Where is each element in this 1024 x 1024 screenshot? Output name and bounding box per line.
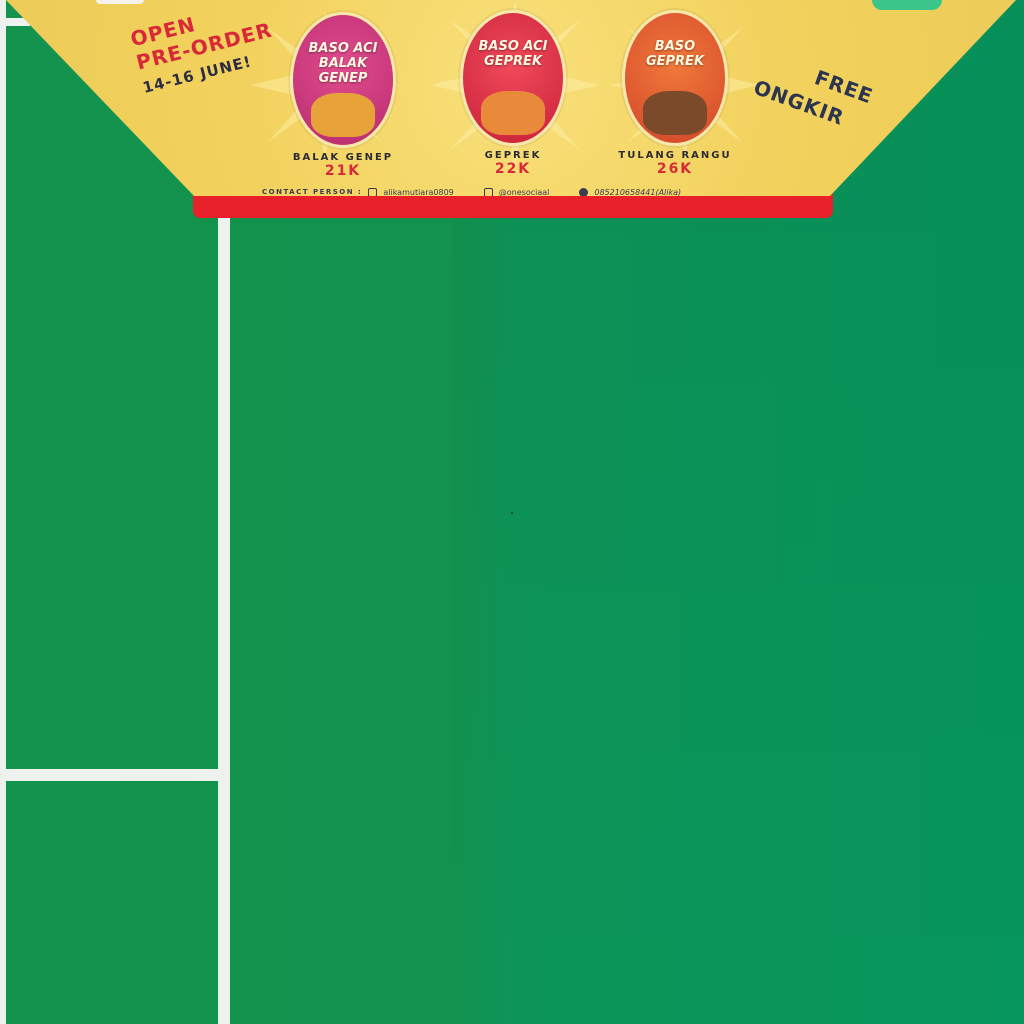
instagram-icon <box>483 187 493 196</box>
product-card: BASO ACI GEPREK GEPREK 22K <box>450 10 576 177</box>
whatsapp-icon <box>579 187 589 196</box>
pack-label: BASO GEPREK <box>645 39 705 69</box>
product-price: 26K <box>656 161 694 177</box>
product-name: BALAK GENEP <box>292 152 394 163</box>
court-line-vertical <box>218 215 230 1024</box>
floor-speck <box>511 512 513 514</box>
pack-label: BASO ACI GEPREK <box>478 39 548 69</box>
product-name: TULANG RANGU <box>618 150 732 161</box>
banner-corner-shape <box>872 0 942 10</box>
product-price: 21K <box>324 163 362 179</box>
food-image <box>311 93 375 137</box>
instagram-icon <box>368 187 378 196</box>
product-card: BASO GEPREK TULANG RANGU 26K <box>612 10 738 177</box>
promo-banner: OPEN PRE-ORDER 14-16 JUNE! BASO ACI BALA… <box>0 0 1024 222</box>
product-pack-image: BASO GEPREK <box>622 10 728 146</box>
contact-instagram-2: @onesociaal <box>498 187 550 197</box>
court-line-horizontal <box>6 769 218 781</box>
pack-label: BASO ACI BALAK GENEP <box>308 41 378 86</box>
contact-label: CONTACT PERSON : <box>262 188 363 196</box>
food-image <box>481 91 545 135</box>
free-shipping-announcement: FREE ONGKIR <box>749 44 901 148</box>
product-price: 22K <box>494 161 532 177</box>
product-pack-image: BASO ACI BALAK GENEP <box>290 12 396 148</box>
contact-instagram-1: alikamutiara0809 <box>383 187 454 197</box>
product-name: GEPREK <box>484 150 542 161</box>
product-card: BASO ACI BALAK GENEP BALAK GENEP 21K <box>280 12 406 179</box>
contact-phone: 085210658441(Alika) <box>594 187 682 197</box>
banner-corner-shape <box>96 0 144 4</box>
food-image <box>643 91 707 135</box>
product-pack-image: BASO ACI GEPREK <box>460 10 566 146</box>
banner-board: OPEN PRE-ORDER 14-16 JUNE! BASO ACI BALA… <box>6 0 1016 197</box>
